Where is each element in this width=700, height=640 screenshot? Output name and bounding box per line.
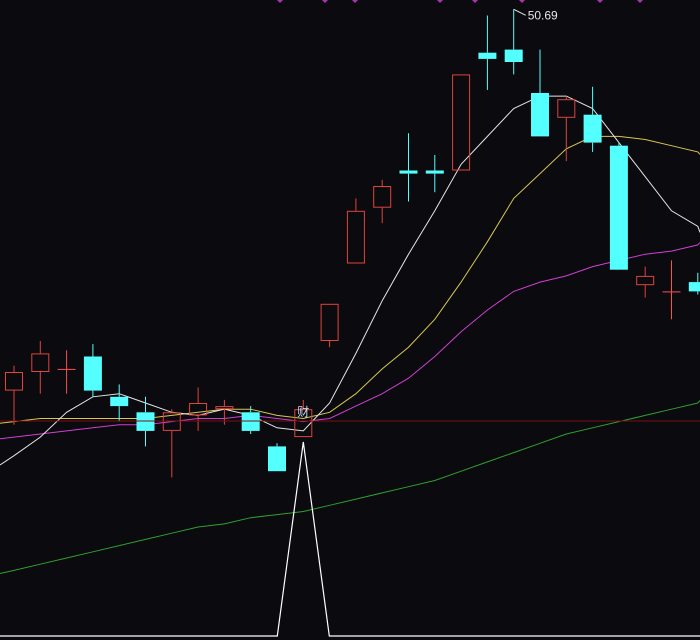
- candle-body: [688, 282, 700, 292]
- candle-body: [583, 114, 602, 143]
- candle-body: [531, 93, 549, 137]
- candle-body: [662, 291, 681, 293]
- candle-10: [268, 443, 286, 472]
- candle-body: [425, 170, 444, 174]
- chart-background: [0, 0, 700, 640]
- stock-chart: 50.69 财: [0, 0, 700, 640]
- peak-price-label: 50.69: [528, 8, 558, 22]
- candle-body: [399, 170, 418, 174]
- candle-body: [57, 368, 76, 370]
- candle-body: [268, 446, 286, 472]
- candle-body: [241, 412, 260, 431]
- candle-body: [609, 145, 628, 270]
- candle-body: [136, 412, 155, 431]
- candle-23: [609, 142, 628, 270]
- candle-body: [504, 49, 523, 62]
- candle-body: [478, 52, 497, 59]
- candle-body: [110, 396, 129, 407]
- candle-body: [83, 356, 102, 391]
- indicator-marker-label: 财: [297, 405, 309, 419]
